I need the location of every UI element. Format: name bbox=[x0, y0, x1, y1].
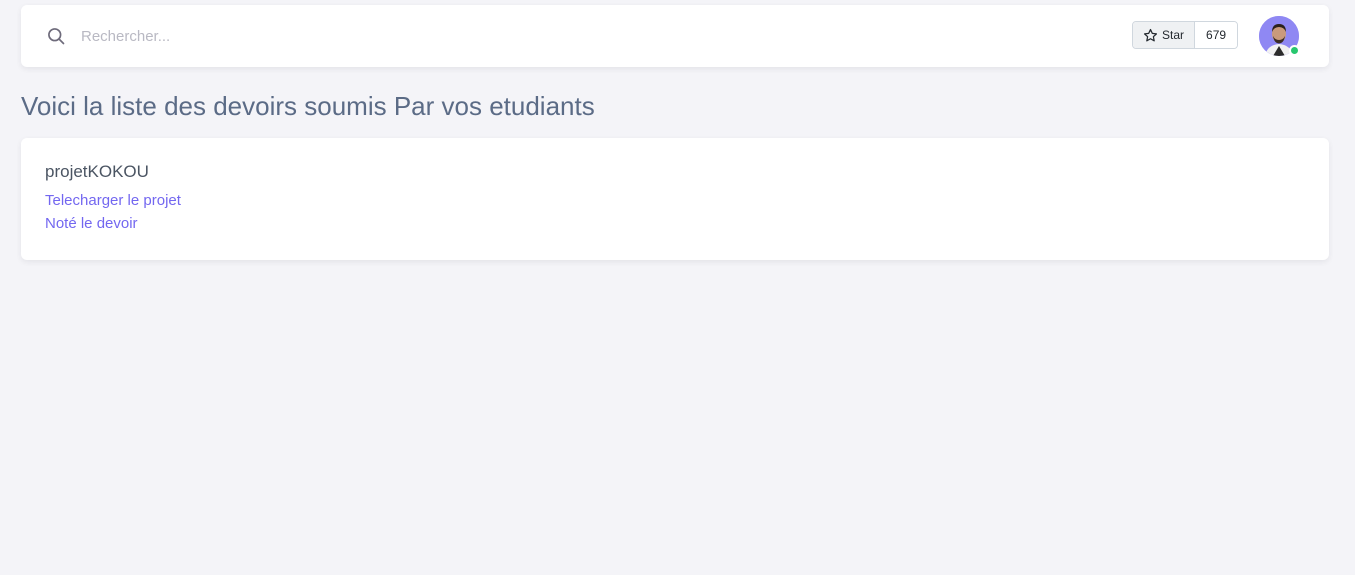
star-icon bbox=[1143, 28, 1158, 41]
star-count[interactable]: 679 bbox=[1195, 22, 1238, 48]
submission-card: projetKOKOU Telecharger le projet Noté l… bbox=[21, 138, 1329, 260]
download-project-link[interactable]: Telecharger le projet bbox=[45, 192, 181, 209]
project-name: projetKOKOU bbox=[45, 162, 149, 181]
top-navbar: Star 679 bbox=[21, 5, 1329, 67]
search-icon[interactable] bbox=[46, 26, 66, 46]
grade-assignment-link[interactable]: Noté le devoir bbox=[45, 215, 138, 232]
star-label: Star bbox=[1162, 28, 1185, 42]
search-input[interactable] bbox=[81, 23, 501, 49]
online-status-indicator bbox=[1289, 45, 1300, 56]
github-star-widget: Star 679 bbox=[1132, 21, 1239, 49]
star-button[interactable]: Star bbox=[1133, 22, 1196, 48]
page-title: Voici la liste des devoirs soumis Par vo… bbox=[21, 91, 595, 121]
avatar[interactable] bbox=[1259, 16, 1300, 56]
